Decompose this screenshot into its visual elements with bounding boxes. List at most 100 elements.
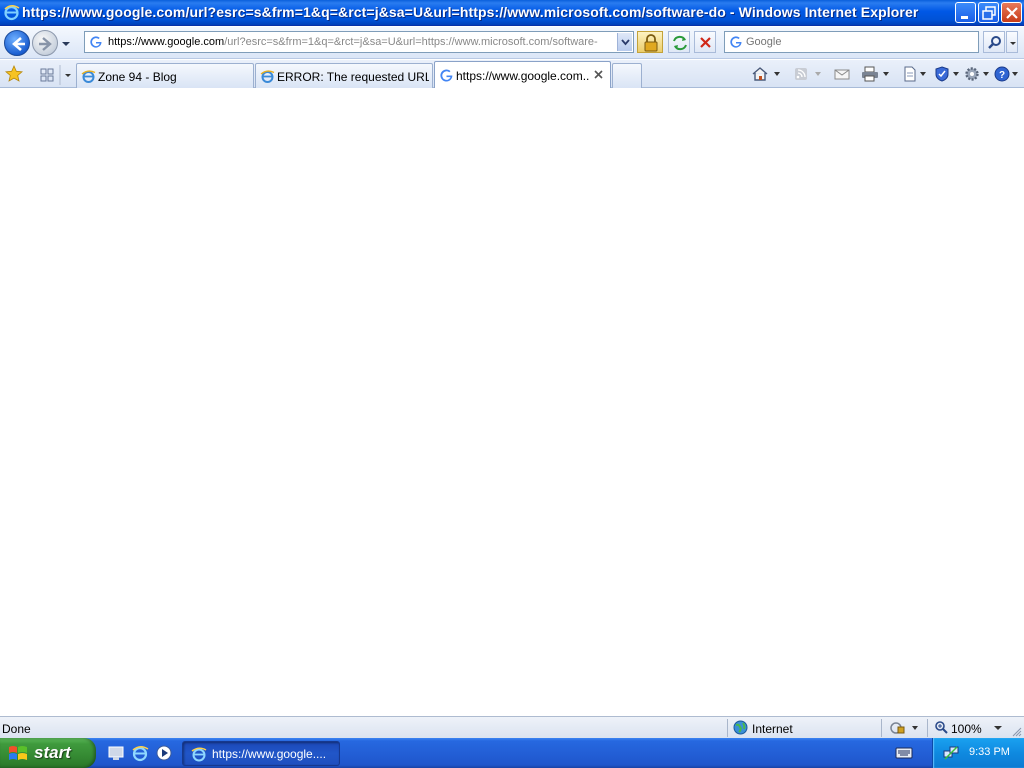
window-title: https://www.google.com/url?esrc=s&frm=1&… xyxy=(22,4,919,20)
home-dropdown[interactable] xyxy=(771,63,783,85)
resize-grip-icon[interactable] xyxy=(1012,726,1022,737)
zoom-level-button[interactable]: 100% xyxy=(934,720,1004,736)
page-dropdown[interactable] xyxy=(918,63,928,85)
status-divider xyxy=(727,719,728,737)
address-dropdown-button[interactable] xyxy=(617,33,632,51)
protected-mode-icon xyxy=(890,722,918,734)
home-button[interactable] xyxy=(749,63,771,85)
status-divider xyxy=(927,719,928,737)
ie-icon xyxy=(191,746,207,762)
restore-button[interactable] xyxy=(978,2,999,23)
favorites-center-button[interactable] xyxy=(5,64,23,83)
status-bar: Done Internet 100% xyxy=(0,716,1024,738)
system-clock[interactable]: 9:33 PM xyxy=(969,746,1010,758)
close-tab-icon[interactable] xyxy=(593,69,604,80)
navigation-bar: https://www.google.com/url?esrc=s&frm=1&… xyxy=(0,27,1024,59)
search-options-dropdown[interactable] xyxy=(1006,31,1018,53)
chevron-down-icon xyxy=(994,726,1002,730)
new-tab-button[interactable] xyxy=(612,63,642,88)
printer-icon xyxy=(862,66,878,82)
page-menu-button[interactable] xyxy=(898,63,920,85)
home-icon xyxy=(752,67,768,81)
taskbar-item-label: https://www.google.... xyxy=(212,747,327,761)
close-window-button[interactable] xyxy=(1001,2,1022,23)
print-button[interactable] xyxy=(858,63,880,85)
stop-button[interactable] xyxy=(694,31,716,53)
ie-page-icon xyxy=(260,69,275,84)
quick-launch-desktop-icon[interactable] xyxy=(107,744,125,762)
lock-icon xyxy=(644,34,658,52)
address-url[interactable]: https://www.google.com/url?esrc=s&frm=1&… xyxy=(108,36,616,48)
start-button[interactable]: start xyxy=(0,738,96,768)
star-icon xyxy=(5,64,23,82)
chevron-down-icon xyxy=(1010,42,1016,45)
page-content-area[interactable] xyxy=(0,88,1024,715)
search-button[interactable] xyxy=(983,31,1005,53)
arrow-right-icon xyxy=(39,37,52,51)
safety-menu-button[interactable] xyxy=(931,63,953,85)
system-tray: 9:33 PM xyxy=(932,738,1024,768)
taskbar: start https://www.google.... 9:33 PM xyxy=(0,738,1024,768)
stop-x-icon xyxy=(700,37,711,48)
tab-error-page[interactable]: ERROR: The requested URL ... xyxy=(255,63,433,88)
network-icon[interactable] xyxy=(943,745,959,761)
start-label: start xyxy=(34,743,71,762)
svg-text:?: ? xyxy=(999,70,1005,81)
google-icon xyxy=(439,68,454,83)
tab-label: Zone 94 - Blog xyxy=(98,70,177,84)
refresh-icon xyxy=(673,35,687,51)
address-bar[interactable]: https://www.google.com/url?esrc=s&frm=1&… xyxy=(84,31,634,53)
quick-launch-ie-icon[interactable] xyxy=(131,744,149,762)
gear-icon xyxy=(965,67,979,81)
windows-flag-icon xyxy=(8,744,28,762)
quick-tabs-grid-icon xyxy=(40,65,71,85)
ie-page-icon xyxy=(81,69,96,84)
search-box[interactable] xyxy=(724,31,979,53)
google-icon xyxy=(89,35,103,49)
taskbar-item-ie-window[interactable]: https://www.google.... xyxy=(182,741,340,766)
tab-zone94-blog[interactable]: Zone 94 - Blog xyxy=(76,63,254,88)
feeds-dropdown[interactable] xyxy=(812,63,824,85)
shield-icon xyxy=(935,66,949,82)
zoom-label: 100% xyxy=(951,722,982,736)
protected-mode-button[interactable] xyxy=(890,720,920,736)
tools-dropdown[interactable] xyxy=(981,63,991,85)
tab-google-redirect[interactable]: https://www.google.com... xyxy=(434,61,611,88)
mail-icon xyxy=(834,69,850,80)
security-report-button[interactable] xyxy=(637,31,663,53)
chevron-down-icon xyxy=(621,39,630,46)
safety-dropdown[interactable] xyxy=(951,63,961,85)
tab-bar: Zone 94 - Blog ERROR: The requested URL … xyxy=(0,60,1024,88)
back-button[interactable] xyxy=(4,30,30,56)
search-icon xyxy=(988,36,1001,49)
url-host: www.google.com xyxy=(141,36,225,48)
search-input[interactable] xyxy=(746,34,974,50)
tools-menu-button[interactable] xyxy=(961,63,983,85)
status-divider xyxy=(881,719,882,737)
url-scheme: https:// xyxy=(108,36,142,48)
google-search-provider-icon xyxy=(729,35,743,49)
quick-launch-media-player-icon[interactable] xyxy=(155,744,173,762)
status-text: Done xyxy=(2,722,31,736)
help-dropdown[interactable] xyxy=(1010,63,1020,85)
refresh-button[interactable] xyxy=(668,31,690,53)
print-dropdown[interactable] xyxy=(880,63,892,85)
chevron-down-icon xyxy=(62,42,70,46)
ie-icon xyxy=(3,4,20,21)
recent-pages-dropdown[interactable] xyxy=(61,38,71,48)
feeds-button[interactable] xyxy=(790,63,812,85)
page-icon xyxy=(904,66,916,82)
zoom-magnifier-icon xyxy=(935,721,948,734)
forward-button[interactable] xyxy=(32,30,58,56)
arrow-left-icon xyxy=(12,37,25,51)
rss-feed-icon xyxy=(795,68,807,80)
quick-tabs-button[interactable] xyxy=(37,64,75,86)
window-title-bar[interactable]: https://www.google.com/url?esrc=s&frm=1&… xyxy=(0,0,1024,26)
globe-icon xyxy=(733,720,748,735)
minimize-button[interactable] xyxy=(955,2,976,23)
tab-label: https://www.google.com... xyxy=(456,69,590,83)
zone-label: Internet xyxy=(752,722,793,736)
read-mail-button[interactable] xyxy=(830,63,852,85)
keyboard-language-icon[interactable] xyxy=(895,746,913,760)
url-path: /url?esrc=s&frm=1&q=&rct=j&sa=U&url=http… xyxy=(224,36,598,48)
